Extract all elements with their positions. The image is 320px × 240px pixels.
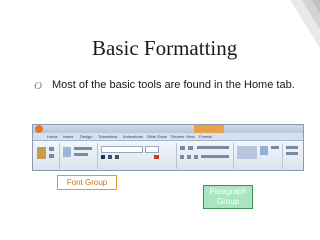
numbering-icon [188,146,193,150]
tab-transitions: Transitions [98,134,118,139]
copy-icon [49,154,54,158]
ribbon-body [33,141,303,170]
ribbon-screenshot: Home Insert Design Transitions Animation… [32,124,304,171]
find-icon [286,146,298,149]
ribbon-title-bar [33,125,303,133]
font-name-box [101,146,143,153]
corner-decoration [290,0,320,48]
bullet-icon: O [34,80,42,92]
bullet-text: Most of the basic tools are found in the… [52,79,295,91]
tab-review: Review [171,134,185,139]
office-button-icon [35,125,43,133]
cut-icon [49,147,54,151]
ribbon-group-clipboard [33,143,60,169]
arrange-icon [260,146,268,155]
tab-format: Format [199,134,212,139]
slide-title: Basic Formatting [92,36,238,60]
italic-icon [108,155,112,159]
ribbon-group-drawing [234,143,283,169]
shapes-icon [237,146,257,159]
bold-icon [101,155,105,159]
font-group-callout: Font Group [57,175,117,190]
align-left-icon [180,155,184,159]
tab-insert: Insert [63,134,74,139]
bullets-icon [180,146,185,150]
underline-icon [115,155,119,159]
tab-design: Design [80,134,93,139]
tab-slide-show: Slide Show [147,134,168,139]
layout-icon [74,147,92,150]
paste-icon [37,147,46,159]
ribbon-group-font [98,143,177,169]
align-center-icon [187,155,191,159]
tab-animations: Animations [123,134,143,139]
reset-icon [74,153,88,156]
ribbon-group-slides [60,143,98,169]
replace-icon [286,152,298,155]
slide: Basic Formatting O Most of the basic too… [0,0,320,240]
ribbon-tab-bar: Home Insert Design Transitions Animation… [33,133,303,141]
shape-fill-icon [271,146,279,149]
ribbon-group-editing [283,143,303,169]
text-direction-icon [197,146,229,149]
ribbon-contextual-tab [194,125,224,133]
tab-home: Home [47,134,58,139]
font-color-icon [154,155,159,159]
align-right-icon [194,155,198,159]
new-slide-icon [63,147,71,157]
tab-view: View [186,134,195,139]
font-size-box [145,146,159,153]
paragraph-group-callout: Paragraph Group [203,185,253,209]
convert-smartart-icon [201,155,229,158]
ribbon-group-paragraph [177,143,234,169]
